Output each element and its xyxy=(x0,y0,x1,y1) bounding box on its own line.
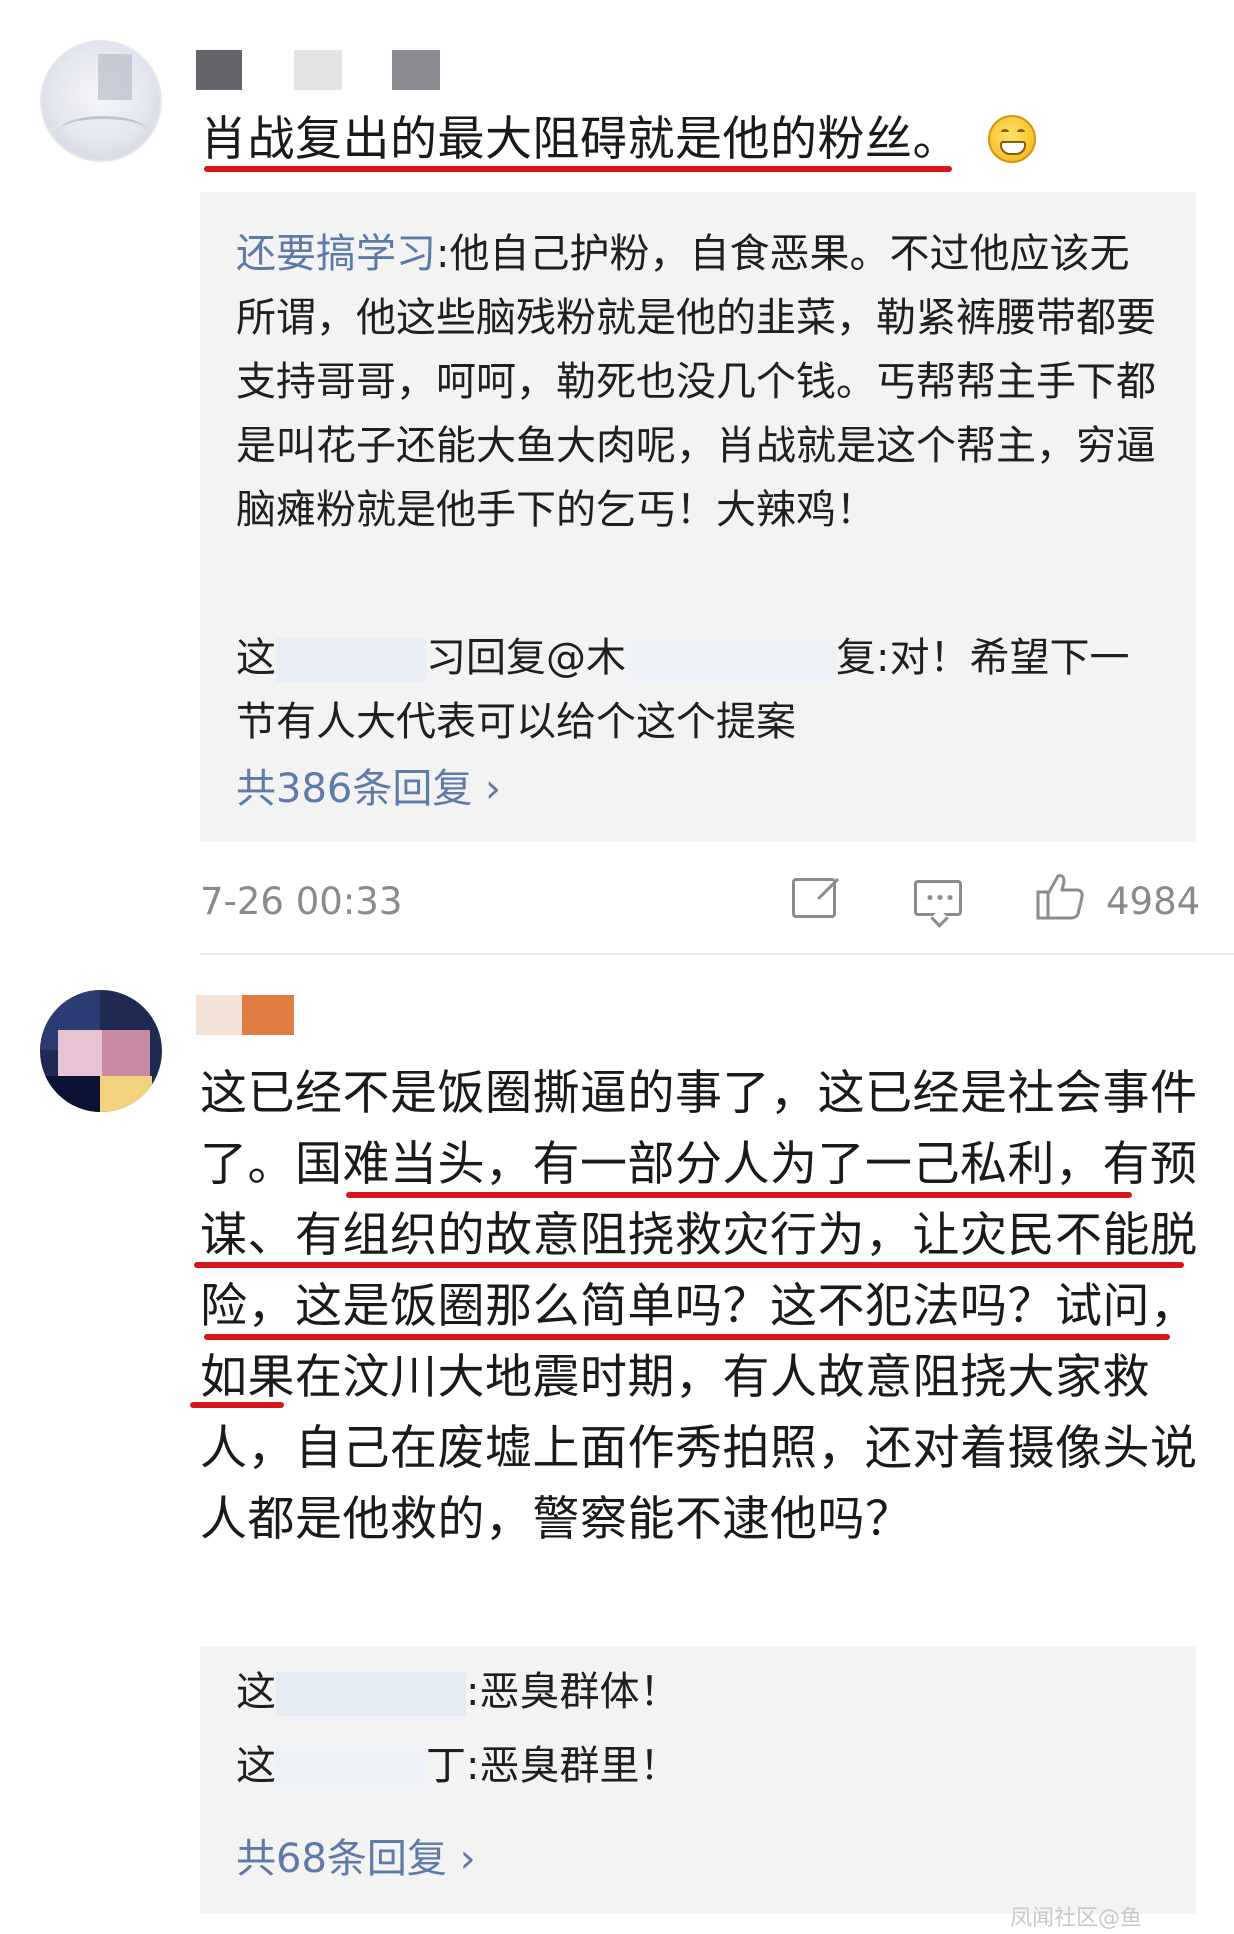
more-replies-link[interactable]: 共68条回复 › xyxy=(236,1826,476,1884)
reply-author[interactable]: 复 xyxy=(836,635,876,681)
like-icon[interactable] xyxy=(1034,870,1086,922)
username-blurred[interactable] xyxy=(392,50,440,90)
reply-author[interactable]: 还要搞学习 xyxy=(236,231,436,277)
reply-text: :恶臭群里！ xyxy=(466,1743,680,1789)
grin-emoji-icon xyxy=(988,115,1036,163)
name-blur xyxy=(276,638,426,682)
username-blurred[interactable] xyxy=(294,50,342,90)
reply-box: 还要搞学习:他自己护粉，自食恶果。不过他应该无所谓，他这些脑残粉就是他的韭菜，勒… xyxy=(200,192,1196,842)
reply-author[interactable]: 这 xyxy=(236,635,276,681)
username-blurred[interactable] xyxy=(242,995,294,1035)
avatar[interactable] xyxy=(40,40,162,162)
red-underline xyxy=(346,1192,1132,1198)
red-underline xyxy=(194,1262,1184,1268)
red-underline xyxy=(204,166,952,172)
comment-icon[interactable] xyxy=(914,880,962,916)
reply-author[interactable]: 木 xyxy=(586,635,626,681)
name-blur xyxy=(276,1746,426,1790)
name-blur xyxy=(626,638,836,682)
username-blurred[interactable] xyxy=(196,995,242,1035)
red-underline xyxy=(204,1334,1170,1340)
reply-item: 这习回复@木 复:对！希望下一节有人大代表可以给个这个提案 xyxy=(236,626,1166,754)
reply-text: :恶臭群体！ xyxy=(466,1669,680,1715)
username-blurred[interactable] xyxy=(196,50,242,90)
watermark: 凤闻社区@鱼 xyxy=(1010,1906,1143,1931)
share-icon[interactable] xyxy=(792,878,836,918)
more-replies-link[interactable]: 共386条回复 › xyxy=(236,756,501,814)
like-count: 4984 xyxy=(1106,880,1201,923)
reply-author[interactable]: 丁 xyxy=(426,1743,466,1789)
red-underline xyxy=(190,1402,284,1408)
divider xyxy=(200,953,1234,955)
reply-author[interactable]: 这 xyxy=(236,1669,276,1715)
reply-item: 还要搞学习:他自己护粉，自食恶果。不过他应该无所谓，他这些脑残粉就是他的韭菜，勒… xyxy=(236,222,1166,542)
comment-time: 7-26 00:33 xyxy=(200,880,403,923)
reply-item: 这 丁:恶臭群里！ xyxy=(236,1734,1166,1798)
reply-item: 这 :恶臭群体！ xyxy=(236,1660,1166,1724)
avatar[interactable] xyxy=(40,990,162,1112)
avatar-image xyxy=(60,116,146,144)
reply-author[interactable]: 这 xyxy=(236,1743,276,1789)
name-blur xyxy=(276,1672,466,1716)
comment-text: 这已经不是饭圈撕逼的事了，这已经是社会事件了。国难当头，有一部分人为了一己私利，… xyxy=(200,1066,1198,1547)
reply-meta: 习回复@ xyxy=(426,635,586,681)
avatar-image xyxy=(98,54,132,100)
